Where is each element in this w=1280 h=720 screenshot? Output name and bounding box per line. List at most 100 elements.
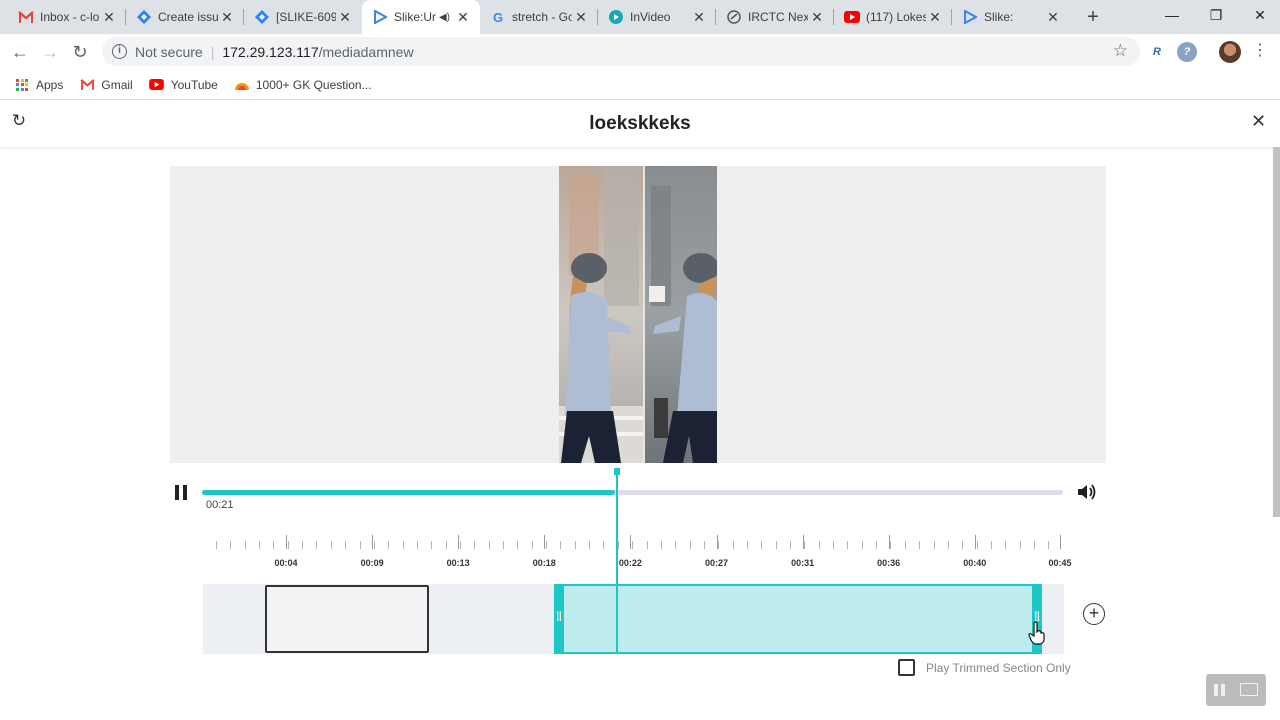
slike-icon [962,9,978,25]
tab-title: [SLIKE-6092 [276,10,336,24]
tab-close-icon[interactable]: ✕ [808,9,826,26]
trim-selection[interactable]: || || [554,584,1042,654]
bookmark-star-icon[interactable]: ☆ [1113,41,1128,61]
bookmark-label: Gmail [101,77,133,92]
minimize-button[interactable]: — [1150,0,1194,30]
pause-button[interactable] [175,485,189,500]
ruler-tick [1048,541,1050,549]
new-tab-button[interactable]: + [1082,6,1104,28]
playhead[interactable] [616,473,618,654]
bookmark-youtube[interactable]: YouTube [149,78,218,92]
youtube-icon [149,78,165,92]
ruler-tick [876,541,878,549]
tab-close-icon[interactable]: ✕ [100,9,118,26]
tab-invideo[interactable]: InVideo ✕ [598,0,716,34]
ruler-tick [388,541,390,549]
tab-slike-active[interactable]: Slike:Ur ◀) ✕ [362,0,480,34]
extension-r-icon[interactable]: R [1147,42,1167,62]
window-close-button[interactable]: ✕ [1238,0,1280,30]
ruler-tick [962,541,964,549]
ruler-tick [775,541,777,549]
ruler-label: 00:31 [791,558,815,568]
ruler-tick [589,541,591,549]
close-icon[interactable]: ✕ [1251,111,1266,132]
bookmark-gmail[interactable]: Gmail [79,77,133,92]
ruler-label: 00:27 [704,558,729,568]
bookmark-gk[interactable]: 1000+ GK Question... [234,78,372,92]
page-scrollbar[interactable] [1273,147,1280,517]
recorder-pause-icon[interactable] [1214,684,1218,696]
tab-close-icon[interactable]: ✕ [572,9,590,26]
tab-slike-2[interactable]: Slike: ✕ [952,0,1070,34]
ruler-label: 00:04 [274,558,298,568]
floating-recorder-controls[interactable] [1206,674,1266,706]
ruler-tick [746,541,748,549]
tab-close-icon[interactable]: ✕ [690,9,708,26]
reload-button[interactable]: ↻ [66,38,94,66]
bookmark-label: 1000+ GK Question... [255,77,372,92]
ruler-tick [947,541,949,549]
back-button[interactable]: ← [6,38,34,66]
ruler-tick [574,541,576,549]
ruler-tick [216,541,217,549]
tab-close-icon[interactable]: ✕ [926,9,944,26]
tab-google-search[interactable]: G stretch - Go ✕ [480,0,598,34]
tab-youtube[interactable]: (117) Lokes ✕ [834,0,952,34]
recorder-image-icon[interactable] [1240,683,1258,696]
bookmark-apps[interactable]: Apps [14,78,63,92]
ruler-tick [933,541,935,549]
tab-create-issue[interactable]: Create issue ✕ [126,0,244,34]
tab-close-icon[interactable]: ✕ [218,9,236,26]
video-preview[interactable] [170,166,1106,463]
tab-title: IRCTC Next [748,10,808,24]
extension-globe-icon[interactable]: ? [1177,42,1197,62]
security-label[interactable]: Not secure [135,44,203,60]
youtube-icon [844,9,860,25]
trim-strip[interactable]: || || [203,584,1064,654]
ruler-tick [302,541,304,549]
tab-slike-issue[interactable]: [SLIKE-6092 ✕ [244,0,362,34]
ruler-tick [273,541,275,549]
ruler-tick [230,541,232,549]
ruler-tick [503,541,504,549]
info-icon[interactable]: i [112,44,127,59]
tab-close-icon[interactable]: ✕ [1044,9,1062,26]
ruler-tick [1019,541,1021,549]
address-bar[interactable]: i Not secure | 172.29.123.117 /mediadamn… [102,37,1140,66]
tab-close-icon[interactable]: ✕ [454,9,472,26]
jira-icon [136,9,152,25]
volume-icon[interactable] [1076,482,1098,502]
progress-fill [202,490,616,495]
play-trimmed-checkbox[interactable] [898,659,915,676]
ruler-tick [675,541,677,549]
add-segment-button[interactable]: + [1083,603,1105,625]
ruler-major-tick [802,535,804,549]
progress-bar[interactable] [202,490,1063,495]
ruler-label: 00:22 [618,558,642,568]
ruler-tick [345,541,347,549]
browser-menu-icon[interactable]: ⋮ [1252,40,1268,64]
ruler-major-tick [372,535,374,549]
tab-gmail-inbox[interactable]: Inbox - c-lo ✕ [8,0,126,34]
ruler-label: 00:18 [532,558,556,568]
playhead-knob[interactable] [614,468,620,475]
forward-button[interactable]: → [36,38,64,66]
tab-irctc[interactable]: IRCTC Next ✕ [716,0,834,34]
trim-start-handle[interactable]: || [554,584,564,654]
ruler-tick [790,541,791,549]
tab-close-icon[interactable]: ✕ [336,9,354,26]
bookmarks-bar: Apps Gmail YouTube 1000+ GK Question... [0,70,1280,100]
url-host: 172.29.123.117 [222,43,319,60]
irctc-icon [726,9,742,25]
profile-avatar[interactable] [1219,41,1241,63]
restore-button[interactable]: ❐ [1194,0,1238,30]
ruler-tick [316,541,318,549]
ruler-tick [373,541,375,549]
play-trimmed-option[interactable]: Play Trimmed Section Only [898,659,1071,676]
tab-strip: Inbox - c-lo ✕ Create issue ✕ [SLIKE-609… [0,0,1280,34]
speaker-icon[interactable]: ◀) [439,12,450,23]
ruler-tick [259,541,261,549]
hand-cursor-icon [1028,621,1045,645]
bookmark-label: YouTube [170,77,218,92]
clip-segment[interactable] [265,585,429,653]
